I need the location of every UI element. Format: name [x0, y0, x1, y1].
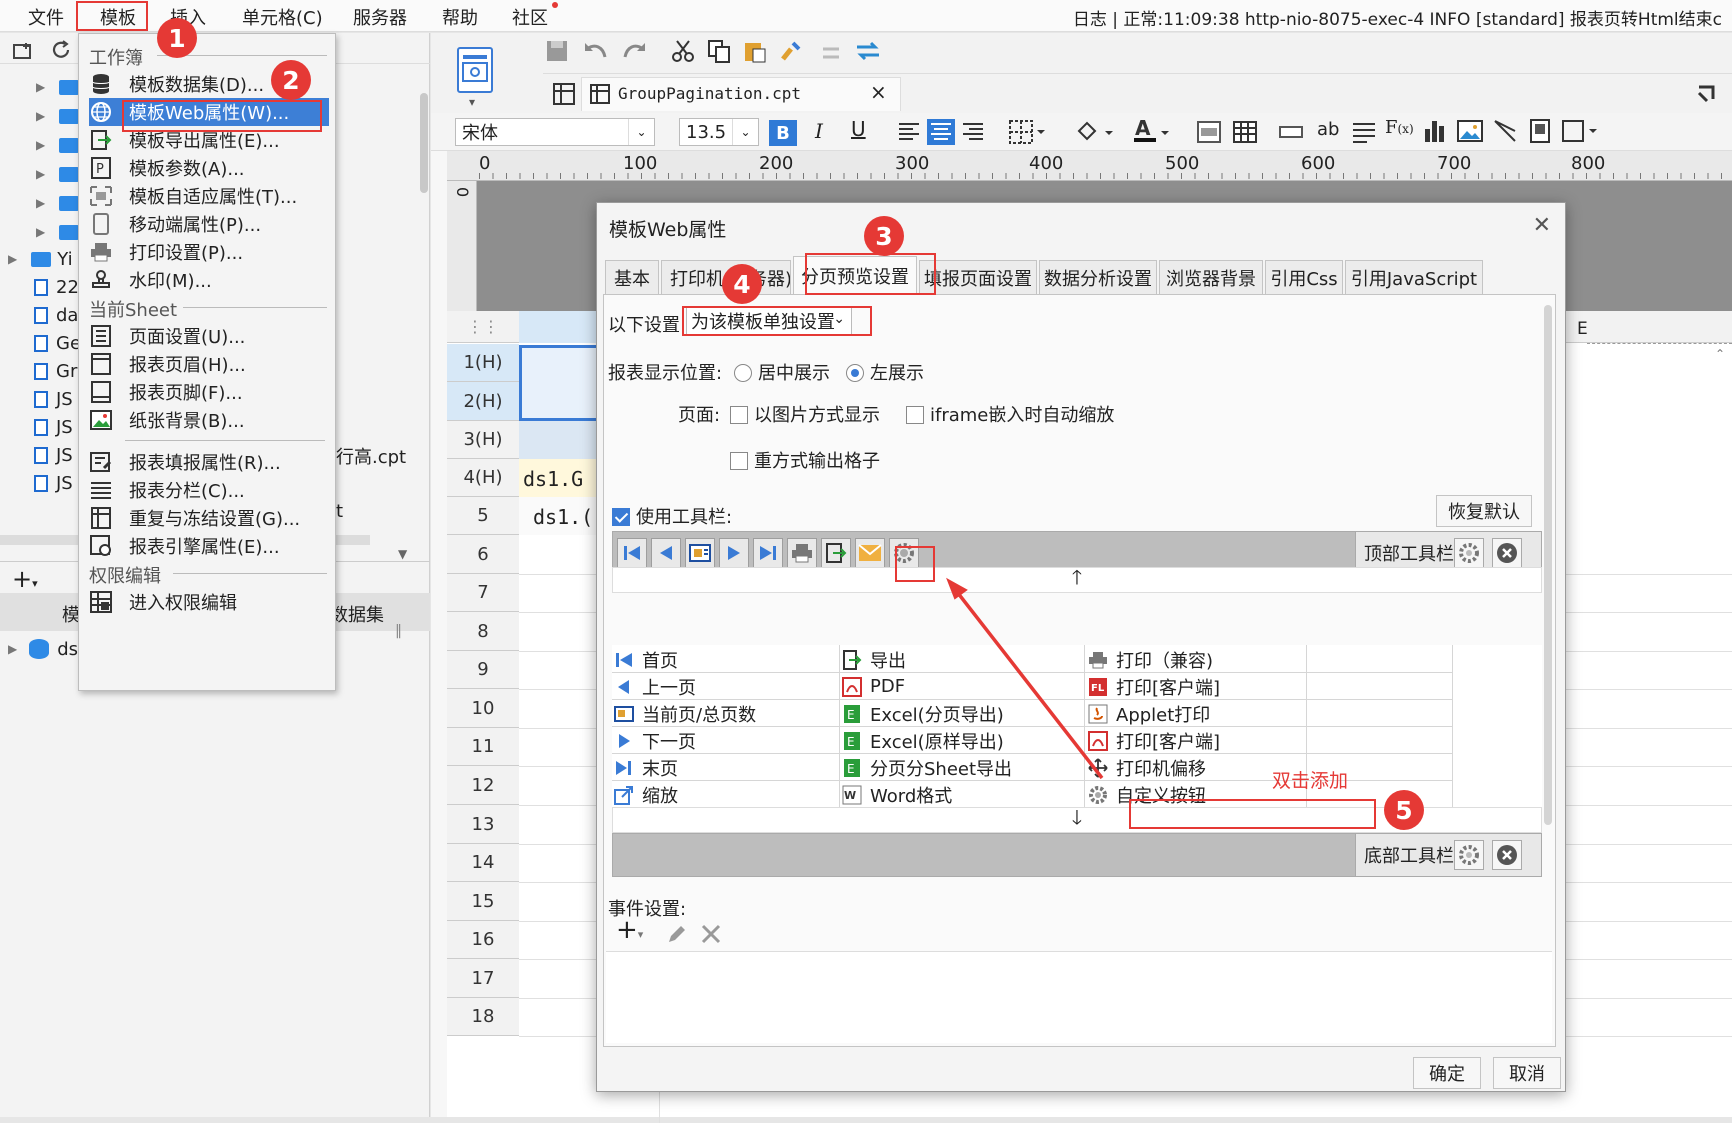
step-badge-3: 3: [864, 216, 904, 256]
step-badge-4: 4: [722, 264, 762, 304]
annotation-arrow: [946, 577, 1104, 780]
step-badge-1: 1: [157, 18, 197, 58]
step-badge-2: 2: [271, 60, 311, 100]
step-badge-5: 5: [1384, 790, 1424, 830]
